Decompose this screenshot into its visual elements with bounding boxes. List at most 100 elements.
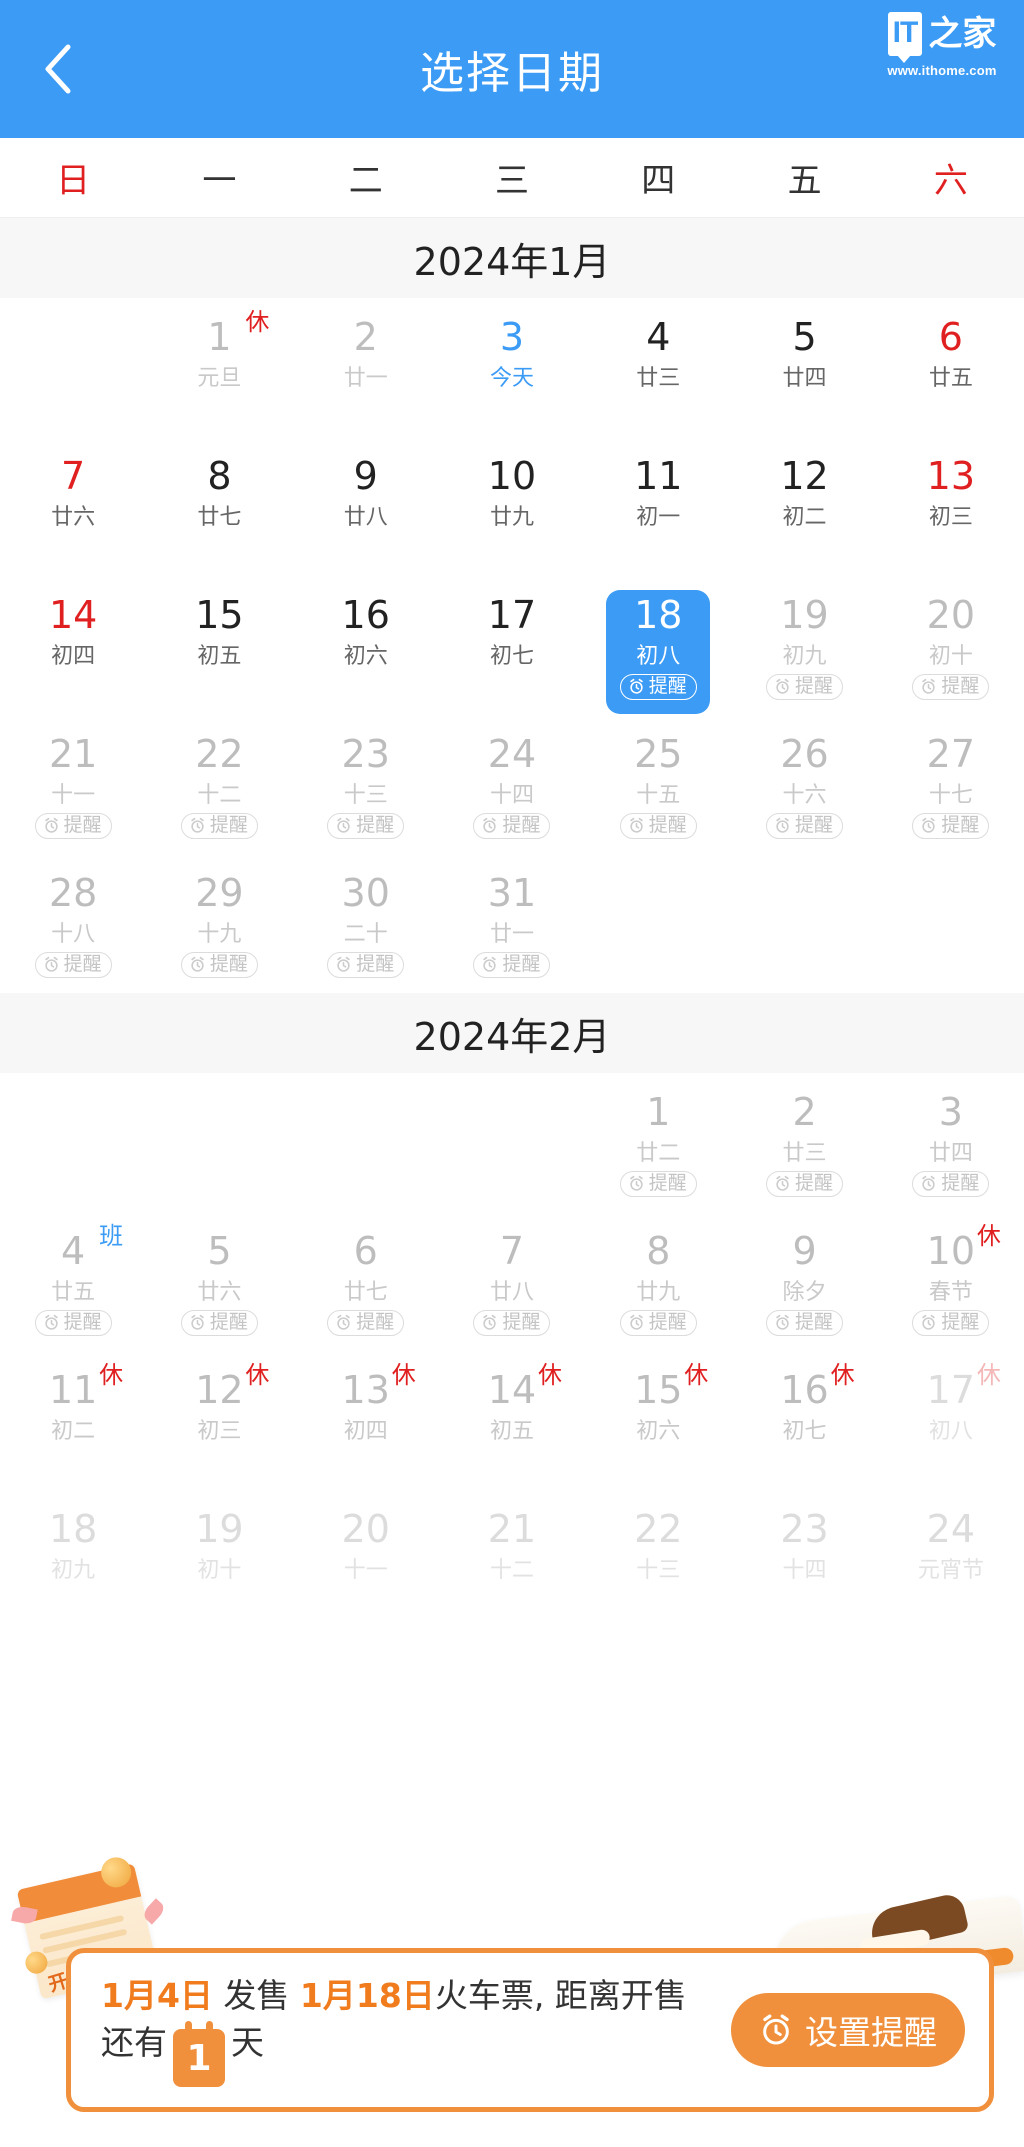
day-reminder-pill[interactable]: 提醒 <box>180 812 258 839</box>
day-reminder-pill[interactable]: 提醒 <box>180 1309 258 1336</box>
day-cell-10[interactable]: 休 10 春节 提醒 <box>878 1212 1024 1351</box>
month-title: 2024年2月 <box>0 993 1024 1073</box>
day-cell-22[interactable]: 22 十二 提醒 <box>146 715 292 854</box>
day-cell-4[interactable]: 4 廿三 <box>585 298 731 437</box>
day-cell-3[interactable]: 3 廿四 提醒 <box>878 1073 1024 1212</box>
day-cell-13[interactable]: 13 初三 <box>878 437 1024 576</box>
day-cell-15[interactable]: 15 初五 <box>146 576 292 715</box>
day-lunar-label: 初八 <box>928 1418 973 1444</box>
day-cell-20[interactable]: 20 初十 提醒 <box>878 576 1024 715</box>
day-cell-2[interactable]: 2 廿三 提醒 <box>731 1073 877 1212</box>
day-reminder-pill[interactable]: 提醒 <box>766 673 844 700</box>
day-cell-24[interactable]: 24 十四 提醒 <box>439 715 585 854</box>
day-cell-11[interactable]: 11 初一 <box>585 437 731 576</box>
day-number: 19 <box>195 1507 244 1551</box>
day-cell-2[interactable]: 2 廿一 <box>293 298 439 437</box>
day-cell-24[interactable]: 24 元宵节 <box>878 1490 1024 1629</box>
day-cell-9[interactable]: 9 除夕 提醒 <box>731 1212 877 1351</box>
day-cell-inner: 3 今天 <box>460 312 564 436</box>
day-cell-6[interactable]: 6 廿五 <box>878 298 1024 437</box>
day-cell-11[interactable]: 休 11 初二 <box>0 1351 146 1490</box>
day-cell-21[interactable]: 21 十二 <box>439 1490 585 1629</box>
day-cell-inner: 休 11 初二 <box>21 1361 125 1489</box>
day-cell-4[interactable]: 班 4 廿五 提醒 <box>0 1212 146 1351</box>
day-cell-12[interactable]: 休 12 初三 <box>146 1351 292 1490</box>
day-number: 23 <box>780 1507 829 1551</box>
day-reminder-pill[interactable]: 提醒 <box>912 1309 990 1336</box>
banner-message: 1月4日 发售 1月18日火车票, 距离开售 还有 1 天 <box>101 1973 717 2088</box>
day-reminder-pill[interactable]: 提醒 <box>180 951 258 978</box>
day-reminder-pill[interactable]: 提醒 <box>327 1309 405 1336</box>
day-cell-inner: 休 10 春节 提醒 <box>899 1224 1003 1350</box>
day-cell-15[interactable]: 休 15 初六 <box>585 1351 731 1490</box>
day-reminder-pill[interactable]: 提醒 <box>766 1309 844 1336</box>
day-number: 1 <box>646 1090 671 1134</box>
day-cell-10[interactable]: 10 廿九 <box>439 437 585 576</box>
day-cell-8[interactable]: 8 廿七 <box>146 437 292 576</box>
day-cell-25[interactable]: 25 十五 提醒 <box>585 715 731 854</box>
day-reminder-pill[interactable]: 提醒 <box>34 812 112 839</box>
day-cell-8[interactable]: 8 廿九 提醒 <box>585 1212 731 1351</box>
set-reminder-button[interactable]: 设置提醒 <box>731 1993 965 2067</box>
day-reminder-pill[interactable]: 提醒 <box>912 1170 990 1197</box>
day-cell-19[interactable]: 19 初九 提醒 <box>731 576 877 715</box>
day-cell-14[interactable]: 14 初四 <box>0 576 146 715</box>
day-cell-30[interactable]: 30 二十 提醒 <box>293 854 439 993</box>
day-cell-21[interactable]: 21 十一 提醒 <box>0 715 146 854</box>
day-cell-16[interactable]: 16 初六 <box>293 576 439 715</box>
day-cell-13[interactable]: 休 13 初四 <box>293 1351 439 1490</box>
day-cell-14[interactable]: 休 14 初五 <box>439 1351 585 1490</box>
day-cell-7[interactable]: 7 廿六 <box>0 437 146 576</box>
day-cell-17[interactable]: 休 17 初八 <box>878 1351 1024 1490</box>
day-reminder-pill[interactable]: 提醒 <box>766 1170 844 1197</box>
day-number: 17 <box>487 593 537 637</box>
day-cell-29[interactable]: 29 十九 提醒 <box>146 854 292 993</box>
day-cell-18[interactable]: 18 初八 提醒 <box>585 576 731 715</box>
day-lunar-label: 初七 <box>489 643 534 669</box>
day-cell-18[interactable]: 18 初九 <box>0 1490 146 1629</box>
day-number: 23 <box>341 732 390 776</box>
day-cell-20[interactable]: 20 十一 <box>293 1490 439 1629</box>
day-cell-31[interactable]: 31 廿一 提醒 <box>439 854 585 993</box>
day-reminder-pill[interactable]: 提醒 <box>766 812 844 839</box>
day-cell-19[interactable]: 19 初十 <box>146 1490 292 1629</box>
day-cell-inner: 休 15 初六 <box>606 1363 710 1489</box>
day-badge: 休 <box>99 1361 124 1389</box>
day-reminder-pill[interactable]: 提醒 <box>327 812 405 839</box>
day-cell-26[interactable]: 26 十六 提醒 <box>731 715 877 854</box>
day-cell-1[interactable]: 休 1 元旦 <box>146 298 292 437</box>
day-cell-28[interactable]: 28 十八 提醒 <box>0 854 146 993</box>
day-cell-23[interactable]: 23 十三 提醒 <box>293 715 439 854</box>
banner-card[interactable]: 1月4日 发售 1月18日火车票, 距离开售 还有 1 天 设置提醒 <box>66 1948 994 2112</box>
day-number: 24 <box>926 1507 976 1551</box>
day-reminder-pill[interactable]: 提醒 <box>34 951 112 978</box>
day-cell-7[interactable]: 7 廿八 提醒 <box>439 1212 585 1351</box>
day-lunar-label: 初三 <box>928 504 973 530</box>
day-reminder-pill[interactable]: 提醒 <box>619 1309 697 1336</box>
day-cell-5[interactable]: 5 廿六 提醒 <box>146 1212 292 1351</box>
day-cell-22[interactable]: 22 十三 <box>585 1490 731 1629</box>
day-cell-1[interactable]: 1 廿二 提醒 <box>585 1073 731 1212</box>
day-cell-17[interactable]: 17 初七 <box>439 576 585 715</box>
day-cell-6[interactable]: 6 廿七 提醒 <box>293 1212 439 1351</box>
day-reminder-pill[interactable]: 提醒 <box>912 812 990 839</box>
day-reminder-label: 提醒 <box>648 813 687 836</box>
day-cell-12[interactable]: 12 初二 <box>731 437 877 576</box>
day-cell-9[interactable]: 9 廿八 <box>293 437 439 576</box>
day-reminder-pill[interactable]: 提醒 <box>473 1309 551 1336</box>
day-cell-5[interactable]: 5 廿四 <box>731 298 877 437</box>
day-reminder-pill[interactable]: 提醒 <box>327 951 405 978</box>
day-reminder-pill[interactable]: 提醒 <box>619 673 697 700</box>
day-cell-23[interactable]: 23 十四 <box>731 1490 877 1629</box>
day-reminder-pill[interactable]: 提醒 <box>473 812 551 839</box>
day-reminder-pill[interactable]: 提醒 <box>34 1309 112 1336</box>
day-reminder-pill[interactable]: 提醒 <box>619 812 697 839</box>
back-button[interactable] <box>30 41 86 97</box>
day-cell-inner: 10 廿九 <box>460 451 564 575</box>
day-cell-3[interactable]: 3 今天 <box>439 298 585 437</box>
day-reminder-pill[interactable]: 提醒 <box>619 1170 697 1197</box>
day-reminder-pill[interactable]: 提醒 <box>473 951 551 978</box>
day-cell-27[interactable]: 27 十七 提醒 <box>878 715 1024 854</box>
day-cell-16[interactable]: 休 16 初七 <box>731 1351 877 1490</box>
day-reminder-pill[interactable]: 提醒 <box>912 673 990 700</box>
